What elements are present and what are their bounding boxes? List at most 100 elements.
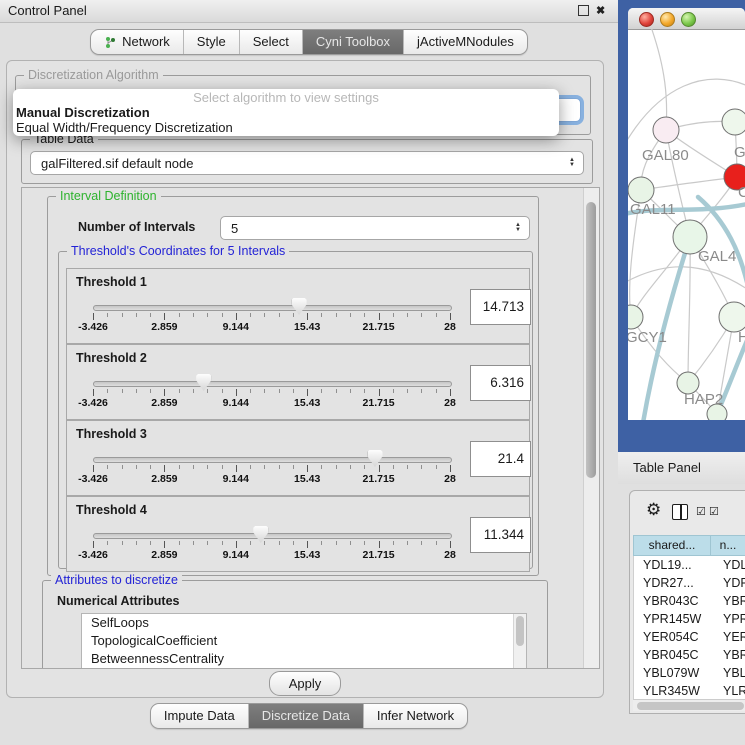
minimize-traffic-light-icon[interactable] (660, 12, 675, 27)
slider-tick-labels: -3.4262.8599.14415.4321.71528 (93, 549, 450, 563)
threshold-panel: Threshold 4 -3.4262.8599.14415.4321.7152… (66, 496, 530, 572)
threshold-panel: Threshold 2 -3.4262.8599.14415.4321.7152… (66, 344, 530, 420)
slider-tick-labels: -3.4262.8599.14415.4321.71528 (93, 397, 450, 411)
node-label-partial: G (734, 144, 745, 161)
num-intervals-label: Number of Intervals (78, 220, 195, 234)
horizontal-scrollbar[interactable] (633, 699, 745, 711)
node-label: GAL4 (698, 248, 736, 265)
threshold-panel: Threshold 1 -3.4262.8599.14415.4321.7152… (66, 268, 530, 344)
tab-infer-network[interactable]: Infer Network (363, 704, 467, 728)
tab-cyni-toolbox[interactable]: Cyni Toolbox (302, 30, 403, 54)
node-label-partial: C (738, 184, 745, 201)
scrollbar-thumb[interactable] (637, 702, 744, 710)
close-icon[interactable]: ✖ (596, 5, 605, 17)
thresholds-group: Threshold's Coordinates for 5 Intervals … (58, 251, 533, 569)
table-row[interactable]: YPR145WYPR1 (634, 610, 745, 628)
zoom-traffic-light-icon[interactable] (681, 12, 696, 27)
table-row[interactable]: YBL079WYBL0 (634, 664, 745, 682)
node-gal11[interactable] (628, 177, 654, 203)
threshold-label: Threshold 3 (76, 427, 147, 441)
dropdown-option-equal-width[interactable]: Equal Width/Frequency Discretization (16, 120, 233, 135)
node-label: HAP2 (684, 391, 723, 408)
node-label-partial: H (738, 329, 745, 346)
group-title: Attributes to discretize (51, 573, 182, 588)
node-gcy1[interactable] (628, 305, 643, 329)
combobox-value: galFiltered.sif default node (31, 156, 565, 171)
tab-style[interactable]: Style (183, 30, 239, 54)
node-right-mid[interactable] (719, 302, 745, 332)
threshold-value-field[interactable]: 21.4 (470, 441, 531, 477)
tab-impute-data[interactable]: Impute Data (151, 704, 248, 728)
cyni-toolbox-panel: Discretization Algorithm Select algorith… (6, 60, 604, 698)
threshold-panel: Threshold 3 -3.4262.8599.14415.4321.7152… (66, 420, 530, 496)
list-scrollbar[interactable] (513, 614, 526, 669)
node-label: GCY1 (628, 329, 667, 346)
gear-icon[interactable]: ⚙ (646, 500, 661, 520)
attributes-list[interactable]: SelfLoopsTopologicalCoefficientBetweenne… (81, 613, 527, 669)
combobox-value: 5 (221, 221, 511, 236)
table-panel-titlebar: Table Panel (618, 452, 745, 484)
algorithm-dropdown-popup: Select algorithm to view settings Manual… (13, 89, 559, 136)
list-item[interactable]: TopologicalCoefficient (82, 632, 526, 650)
table-data-group: Table Data galFiltered.sif default node … (21, 139, 593, 184)
top-tabbar: Network Style Select Cyni Toolbox jActiv… (0, 29, 618, 55)
tab-discretize-data[interactable]: Discretize Data (248, 704, 363, 728)
table-data-combobox[interactable]: galFiltered.sif default node ▲▼ (30, 151, 584, 175)
slider-tick-labels: -3.4262.8599.14415.4321.71528 (93, 473, 450, 487)
checkbox-icon[interactable]: ☑ (696, 505, 706, 518)
slider-track[interactable] (93, 305, 452, 311)
group-title: Interval Definition (56, 189, 161, 204)
table-row[interactable]: YDL19...YDL1 (634, 556, 745, 574)
settings-scroll-area: Interval Definition Number of Intervals … (21, 187, 600, 669)
checkbox-icon[interactable]: ☑ (709, 505, 719, 518)
slider-tick-labels: -3.4262.8599.14415.4321.71528 (93, 321, 450, 335)
threshold-value-field[interactable]: 11.344 (470, 517, 531, 553)
network-window-titlebar (628, 8, 745, 30)
table-row[interactable]: YBR043CYBR0 (634, 592, 745, 610)
interval-definition-group: Interval Definition Number of Intervals … (47, 196, 539, 576)
threshold-label: Threshold 2 (76, 351, 147, 365)
group-title: Threshold's Coordinates for 5 Intervals (67, 244, 289, 259)
close-traffic-light-icon[interactable] (639, 12, 654, 27)
dropdown-option-manual[interactable]: Manual Discretization (16, 105, 150, 120)
tab-jactivemnodules[interactable]: jActiveMNodules (403, 30, 527, 54)
table-panel-title: Table Panel (633, 452, 701, 484)
slider-track[interactable] (93, 381, 452, 387)
threshold-value-field[interactable]: 14.713 (470, 289, 531, 325)
node-top-right[interactable] (722, 109, 745, 135)
control-panel-titlebar: Control Panel ✖ (0, 0, 618, 23)
numerical-attributes-label: Numerical Attributes (57, 594, 179, 608)
table-rows[interactable]: YDL19...YDL1YDR27...YDR2YBR043CYBR0YPR14… (633, 556, 745, 699)
table-row[interactable]: YBR045CYBR0 (634, 646, 745, 664)
threshold-value-field[interactable]: 6.316 (470, 365, 531, 401)
num-intervals-combobox[interactable]: 5 ▲▼ (220, 216, 530, 240)
column-header-shared[interactable]: shared... (633, 535, 711, 556)
table-toolbar: ⚙ ☑ ☑ (630, 491, 745, 533)
slider-track[interactable] (93, 533, 452, 539)
table-panel-body: ⚙ ☑ ☑ shared... n... YDL19...YDL1YDR27..… (629, 490, 745, 714)
threshold-label: Threshold 1 (76, 275, 147, 289)
table-row[interactable]: YDR27...YDR2 (634, 574, 745, 592)
float-window-icon[interactable] (578, 5, 589, 16)
apply-button[interactable]: Apply (269, 671, 341, 696)
table-row[interactable]: YLR345WYLR3 (634, 682, 745, 699)
table-row[interactable]: YER054CYER0 (634, 628, 745, 646)
list-item[interactable]: BetweennessCentrality (82, 650, 526, 668)
threshold-label: Threshold 4 (76, 503, 147, 517)
scrollbar-thumb[interactable] (586, 202, 596, 478)
column-header-name[interactable]: n... (711, 535, 745, 556)
vertical-scrollbar[interactable] (583, 188, 599, 668)
node-label: GAL11 (630, 201, 676, 218)
network-canvas[interactable]: GAL80 GAL11 GAL4 GCY1 HAP2 G C H (628, 29, 745, 420)
bottom-tabbar: Impute Data Discretize Data Infer Networ… (0, 703, 618, 729)
tab-network[interactable]: Network (91, 30, 183, 54)
group-title: Discretization Algorithm (24, 68, 163, 83)
panel-title: Control Panel (8, 0, 87, 22)
node-gal80[interactable] (653, 117, 679, 143)
table-header-row: shared... n... (633, 535, 745, 556)
list-item[interactable]: SelfLoops (82, 614, 526, 632)
slider-track[interactable] (93, 457, 452, 463)
network-view-window: GAL80 GAL11 GAL4 GCY1 HAP2 G C H (628, 8, 745, 420)
tab-select[interactable]: Select (239, 30, 302, 54)
split-columns-icon[interactable] (672, 504, 688, 520)
